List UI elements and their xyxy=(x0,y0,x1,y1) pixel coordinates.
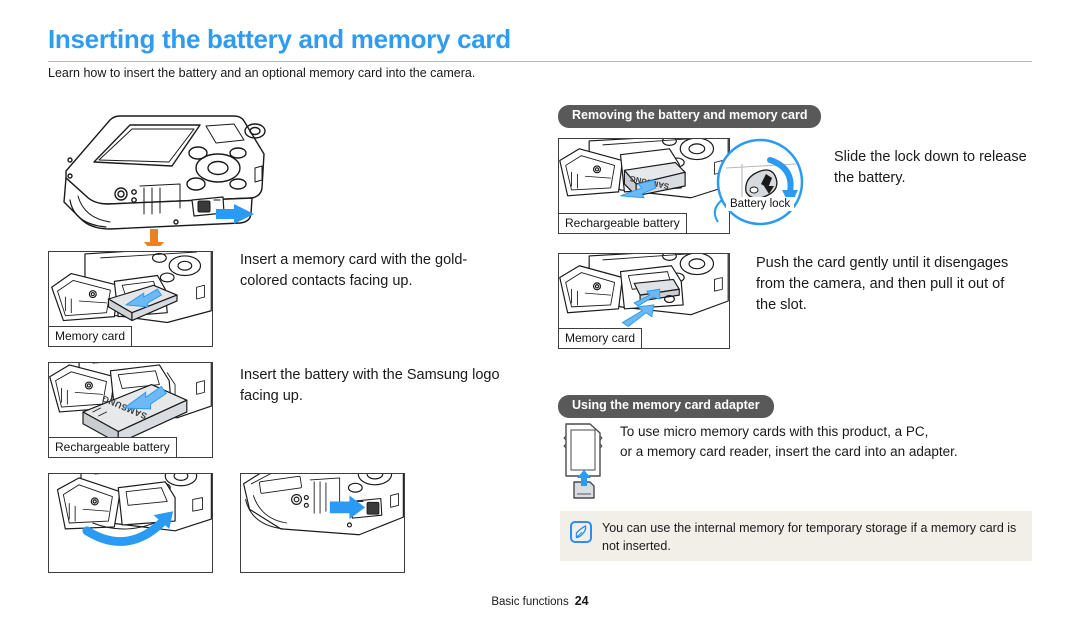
adapter-text-line-2: or a memory card reader, insert the card… xyxy=(620,444,958,460)
figure-camera-bottom-latch xyxy=(48,96,288,246)
page-footer: Basic functions 24 xyxy=(0,594,1080,608)
manual-page: Inserting the battery and memory card Le… xyxy=(0,0,1080,630)
figure-battery-insert: SAMSUNG Rechargeable battery xyxy=(48,362,213,458)
figure-memory-card-remove: Memory card xyxy=(558,253,730,349)
instruction-text-insert-memory-card: Insert a memory card with the gold-color… xyxy=(240,252,468,290)
figure-battery-remove: SAMSUNG Rechargeable battery xyxy=(558,138,730,234)
camera-body-with-latch-arrow-icon xyxy=(48,96,288,246)
footer-page-number: 24 xyxy=(574,594,589,608)
camera-latch-slide-lock-icon xyxy=(241,474,404,572)
section-heading-removing: Removing the battery and memory card xyxy=(558,105,822,128)
title-divider xyxy=(48,61,1032,62)
figure-cover-close xyxy=(48,473,213,573)
adapter-instruction-text: To use micro memory cards with this prod… xyxy=(620,422,958,463)
figure-caption: Memory card xyxy=(559,328,643,348)
note-pen-icon xyxy=(570,521,592,543)
figure-caption: Rechargeable battery xyxy=(49,437,177,457)
footer-section-label: Basic functions xyxy=(491,596,569,608)
note-text: You can use the internal memory for temp… xyxy=(602,521,1017,553)
battery-lock-label: Battery lock xyxy=(726,197,795,211)
note-box: You can use the internal memory for temp… xyxy=(560,511,1032,561)
instruction-text-push-card: Push the card gently until it disengages… xyxy=(756,255,1009,314)
instruction-text-insert-battery: Insert the battery with the Samsung logo… xyxy=(240,367,500,405)
sd-card-adapter-icon xyxy=(560,420,606,502)
adapter-row: To use micro memory cards with this prod… xyxy=(560,420,1030,502)
figure-memory-card-insert: Memory card xyxy=(48,251,213,347)
figure-caption: Memory card xyxy=(49,326,133,346)
instruction-text-slide-lock: Slide the lock down to release the batte… xyxy=(834,149,1027,187)
figure-latch-lock xyxy=(240,473,405,573)
section-heading-adapter: Using the memory card adapter xyxy=(558,395,774,418)
battery-lock-callout: Battery lock xyxy=(712,138,812,230)
adapter-text-line-1: To use micro memory cards with this prod… xyxy=(620,424,929,439)
page-subtitle: Learn how to insert the battery and an o… xyxy=(48,66,476,80)
page-title: Inserting the battery and memory card xyxy=(48,24,511,54)
camera-cover-rotate-close-icon xyxy=(49,474,212,572)
figure-caption: Rechargeable battery xyxy=(559,213,687,233)
